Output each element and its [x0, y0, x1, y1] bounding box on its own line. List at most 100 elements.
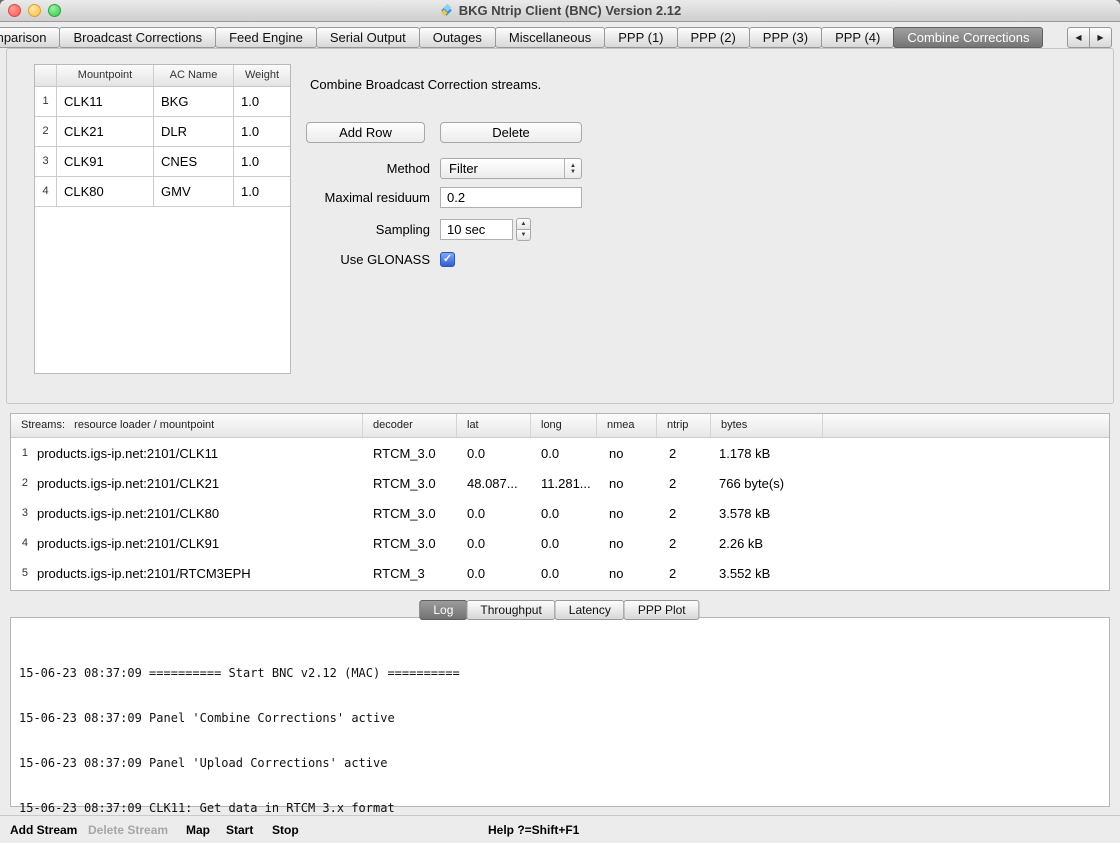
tab-combine-corrections[interactable]: Combine Corrections	[893, 27, 1043, 48]
cell-weight[interactable]: 1.0	[234, 117, 290, 146]
panel-description: Combine Broadcast Correction streams.	[310, 77, 541, 92]
maximal-residuum-label: Maximal residuum	[230, 187, 430, 208]
add-stream-action[interactable]: Add Stream	[10, 823, 77, 837]
use-glonass-checkbox[interactable]: ✓	[440, 252, 455, 267]
cell-ac-name[interactable]: GMV	[154, 177, 234, 206]
cell-weight[interactable]: 1.0	[234, 87, 290, 116]
cell-mountpoint[interactable]: CLK11	[57, 87, 154, 116]
log-panel: Log Throughput Latency PPP Plot 15-06-23…	[10, 617, 1110, 807]
tab-scroll-right-button[interactable]: ▶	[1089, 27, 1112, 48]
tab-broadcast-corrections[interactable]: Broadcast Corrections	[59, 27, 216, 48]
close-window-button[interactable]	[8, 4, 21, 17]
delete-stream-action[interactable]: Delete Stream	[88, 823, 168, 837]
column-header-mountpoint[interactable]: Mountpoint	[57, 65, 154, 86]
cell-stream-mountpoint: products.igs-ip.net:2101/CLK11	[35, 446, 363, 461]
tab-latency[interactable]: Latency	[555, 600, 625, 620]
row-number: 4	[35, 177, 57, 206]
tab-log[interactable]: Log	[419, 600, 467, 620]
cell-mountpoint[interactable]: CLK21	[57, 117, 154, 146]
cell-lat: 0.0	[457, 446, 531, 461]
column-header-ntrip[interactable]: ntrip	[657, 414, 711, 437]
tab-serial-output[interactable]: Serial Output	[316, 27, 420, 48]
stream-row[interactable]: 5 products.igs-ip.net:2101/RTCM3EPH RTCM…	[11, 558, 1109, 588]
cell-ntrip: 2	[657, 566, 711, 581]
row-number: 2	[35, 117, 57, 146]
row-number: 3	[11, 507, 35, 519]
stream-row[interactable]: 1 products.igs-ip.net:2101/CLK11 RTCM_3.…	[11, 438, 1109, 468]
log-tab-bar: Log Throughput Latency PPP Plot	[420, 600, 699, 620]
stream-row[interactable]: 2 products.igs-ip.net:2101/CLK21 RTCM_3.…	[11, 468, 1109, 498]
column-header-streams-mountpoint[interactable]: Streams: resource loader / mountpoint	[11, 414, 363, 437]
tab-ppp-plot[interactable]: PPP Plot	[624, 600, 700, 620]
cell-nmea: no	[597, 476, 657, 491]
table-row[interactable]: 1 CLK11 BKG 1.0	[35, 87, 290, 117]
cell-nmea: no	[597, 566, 657, 581]
cell-lat: 48.087...	[457, 476, 531, 491]
tab-throughput[interactable]: Throughput	[466, 600, 555, 620]
minimize-window-button[interactable]	[28, 4, 41, 17]
column-header-decoder[interactable]: decoder	[363, 414, 457, 437]
check-icon: ✓	[443, 253, 452, 265]
cell-long: 0.0	[531, 536, 597, 551]
cell-mountpoint[interactable]: CLK80	[57, 177, 154, 206]
dropdown-arrows-icon: ▲ ▼	[564, 159, 581, 178]
cell-lat: 0.0	[457, 536, 531, 551]
column-header-lat[interactable]: lat	[457, 414, 531, 437]
tab-ppp-2[interactable]: PPP (2)	[677, 27, 750, 48]
zoom-window-button[interactable]	[48, 4, 61, 17]
cell-ntrip: 2	[657, 506, 711, 521]
cell-ntrip: 2	[657, 476, 711, 491]
streams-table-header: Streams: resource loader / mountpoint de…	[11, 414, 1109, 438]
cell-mountpoint[interactable]: CLK91	[57, 147, 154, 176]
cell-decoder: RTCM_3.0	[363, 506, 457, 521]
method-dropdown[interactable]: Filter ▲ ▼	[440, 158, 582, 179]
arrow-down-icon: ▼	[521, 232, 527, 238]
tab-comparison-clipped[interactable]: mparison	[0, 27, 60, 48]
tab-ppp-3[interactable]: PPP (3)	[749, 27, 822, 48]
sampling-stepper: ▲ ▼	[516, 218, 531, 241]
method-label: Method	[230, 158, 430, 179]
start-action[interactable]: Start	[226, 823, 253, 837]
tab-ppp-4[interactable]: PPP (4)	[821, 27, 894, 48]
column-header-ac-name[interactable]: AC Name	[154, 65, 234, 86]
log-line: 15-06-23 08:37:09 CLK11: Get data in RTC…	[19, 801, 1101, 816]
stop-action[interactable]: Stop	[272, 823, 299, 837]
sampling-input[interactable]	[440, 219, 513, 240]
app-icon	[439, 3, 454, 18]
cell-bytes: 2.26 kB	[711, 536, 823, 551]
cell-ac-name[interactable]: DLR	[154, 117, 234, 146]
column-header-long[interactable]: long	[531, 414, 597, 437]
tab-outages[interactable]: Outages	[419, 27, 496, 48]
stream-row[interactable]: 3 products.igs-ip.net:2101/CLK80 RTCM_3.…	[11, 498, 1109, 528]
tab-scroll-left-button[interactable]: ◀	[1067, 27, 1090, 48]
log-output: 15-06-23 08:37:09 ========== Start BNC v…	[11, 618, 1109, 843]
cell-stream-mountpoint: products.igs-ip.net:2101/CLK91	[35, 536, 363, 551]
cell-ac-name[interactable]: BKG	[154, 87, 234, 116]
cell-nmea: no	[597, 446, 657, 461]
cell-long: 0.0	[531, 506, 597, 521]
tab-miscellaneous[interactable]: Miscellaneous	[495, 27, 605, 48]
cell-ac-name[interactable]: CNES	[154, 147, 234, 176]
column-header-nmea[interactable]: nmea	[597, 414, 657, 437]
map-action[interactable]: Map	[186, 823, 210, 837]
cell-decoder: RTCM_3	[363, 566, 457, 581]
add-row-button[interactable]: Add Row	[306, 122, 425, 143]
row-number: 3	[35, 147, 57, 176]
streams-table: Streams: resource loader / mountpoint de…	[10, 413, 1110, 591]
delete-button[interactable]: Delete	[440, 122, 582, 143]
cell-long: 11.281...	[531, 476, 597, 491]
cell-nmea: no	[597, 536, 657, 551]
sampling-decrement-button[interactable]: ▼	[516, 229, 531, 241]
cell-lat: 0.0	[457, 506, 531, 521]
cell-stream-mountpoint: products.igs-ip.net:2101/CLK21	[35, 476, 363, 491]
tab-feed-engine[interactable]: Feed Engine	[215, 27, 317, 48]
column-header-bytes[interactable]: bytes	[711, 414, 823, 437]
tab-ppp-1[interactable]: PPP (1)	[604, 27, 677, 48]
maximal-residuum-input[interactable]	[440, 187, 582, 208]
cell-long: 0.0	[531, 446, 597, 461]
table-row[interactable]: 2 CLK21 DLR 1.0	[35, 117, 290, 147]
column-header-weight[interactable]: Weight	[234, 65, 290, 86]
stream-row[interactable]: 4 products.igs-ip.net:2101/CLK91 RTCM_3.…	[11, 528, 1109, 558]
tab-scroll-buttons: ◀ ▶	[1068, 27, 1112, 48]
cell-stream-mountpoint: products.igs-ip.net:2101/CLK80	[35, 506, 363, 521]
